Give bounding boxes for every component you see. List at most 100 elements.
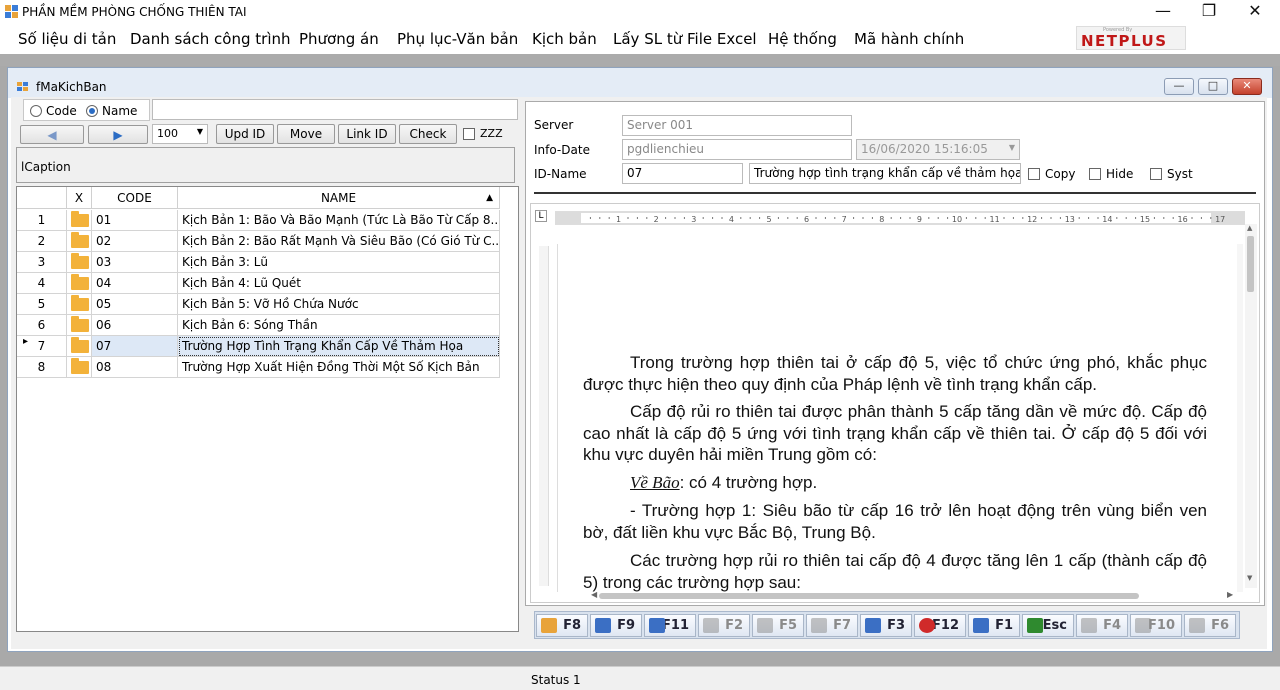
page-size-select[interactable]: 100 ▼ <box>152 124 208 144</box>
code-cell[interactable]: 08 <box>92 357 178 378</box>
name-cell[interactable]: Kịch Bản 2: Bão Rất Mạnh Và Siêu Bão (Có… <box>178 231 500 252</box>
minimize-button[interactable]: — <box>1140 0 1186 22</box>
name-cell[interactable]: Trường Hợp Xuất Hiện Đồng Thời Một Số Kị… <box>178 357 500 378</box>
syst-checkbox[interactable]: Syst <box>1150 167 1193 181</box>
child-minimize-button[interactable]: — <box>1164 78 1194 95</box>
menu-danh-sach-cong-trinh[interactable]: Danh sách công trình <box>130 30 291 48</box>
name-cell[interactable]: Kịch Bản 5: Vỡ Hồ Chứa Nước <box>178 294 500 315</box>
name-cell[interactable]: Kịch Bản 1: Bão Và Bão Mạnh (Tức Là Bão … <box>178 210 500 231</box>
code-cell[interactable]: 04 <box>92 273 178 294</box>
scroll-up-icon[interactable]: ▲ <box>1247 224 1252 232</box>
table-row[interactable]: 6 06 Kịch Bản 6: Sóng Thần <box>17 315 501 336</box>
table-row[interactable]: 4 04 Kịch Bản 4: Lũ Quét <box>17 273 501 294</box>
scroll-down-icon[interactable]: ▼ <box>1247 574 1252 582</box>
folder-icon-cell[interactable] <box>67 210 92 231</box>
code-cell[interactable]: 06 <box>92 315 178 336</box>
folder-icon-cell[interactable] <box>67 252 92 273</box>
grid-header-name[interactable]: NAME ▲ <box>178 187 500 209</box>
child-maximize-button[interactable]: □ <box>1198 78 1228 95</box>
paragraph-5: Các trường hợp rủi ro thiên tai cấp độ 4… <box>583 551 1207 592</box>
toolbar-button-f1[interactable]: F1 <box>968 614 1020 637</box>
code-cell[interactable]: 02 <box>92 231 178 252</box>
syst-checkbox-box[interactable] <box>1150 168 1162 180</box>
toolbar-button-f9[interactable]: F9 <box>590 614 642 637</box>
grid-header-code[interactable]: CODE <box>92 187 178 209</box>
radio-code-circle[interactable] <box>30 105 42 117</box>
toolbar-button-f6[interactable]: F6 <box>1184 614 1236 637</box>
table-row[interactable]: 8 08 Trường Hợp Xuất Hiện Đồng Thời Một Số… <box>17 357 501 378</box>
folder-icon-cell[interactable] <box>67 336 92 357</box>
upd-id-button[interactable]: Upd ID <box>216 124 274 144</box>
radio-code[interactable]: Code <box>30 104 77 118</box>
radio-name[interactable]: Name <box>86 104 137 118</box>
toolbar-button-f4[interactable]: F4 <box>1076 614 1128 637</box>
server-field[interactable]: Server 001 <box>622 115 852 136</box>
prev-button[interactable]: ◀ <box>20 125 84 144</box>
hide-checkbox[interactable]: Hide <box>1089 167 1133 181</box>
close-button[interactable]: ✕ <box>1232 0 1278 22</box>
name-cell[interactable]: Kịch Bản 6: Sóng Thần <box>178 315 500 336</box>
table-row[interactable]: 5 05 Kịch Bản 5: Vỡ Hồ Chứa Nước <box>17 294 501 315</box>
copy-checkbox[interactable]: Copy <box>1028 167 1075 181</box>
horizontal-scroll-thumb[interactable] <box>599 593 1139 599</box>
search-input[interactable] <box>152 99 518 120</box>
folder-icon-cell[interactable] <box>67 273 92 294</box>
menu-kich-ban[interactable]: Kịch bản <box>532 30 597 48</box>
rich-text-editor[interactable]: L 1 2 3 4 5 6 7 8 9 10 11 12 13 14 15 16 17 Trong trường… <box>530 203 1260 603</box>
folder-icon-cell[interactable] <box>67 357 92 378</box>
menu-phu-luc-van-ban[interactable]: Phụ lục-Văn bản <box>397 30 518 48</box>
folder-icon-cell[interactable] <box>67 231 92 252</box>
check-button[interactable]: Check <box>399 124 457 144</box>
vertical-scroll-thumb[interactable] <box>1247 236 1254 292</box>
hide-checkbox-box[interactable] <box>1089 168 1101 180</box>
menu-phuong-an[interactable]: Phương án <box>299 30 379 48</box>
name-cell[interactable]: Kịch Bản 4: Lũ Quét <box>178 273 500 294</box>
name-cell[interactable]: Trường Hợp Tình Trạng Khẩn Cấp Về Thảm H… <box>178 336 500 357</box>
child-close-button[interactable]: ✕ <box>1232 78 1262 95</box>
toolbar-button-esc[interactable]: Esc <box>1022 614 1074 637</box>
vertical-scrollbar[interactable]: ▲ ▼ <box>1245 224 1257 588</box>
restore-button[interactable]: ❐ <box>1186 0 1232 22</box>
name-cell[interactable]: Kịch Bản 3: Lũ <box>178 252 500 273</box>
info-date-field[interactable]: pgdlienchieu <box>622 139 852 160</box>
toolbar-button-f3[interactable]: F3 <box>860 614 912 637</box>
tab-stop-icon[interactable]: L <box>535 210 547 222</box>
zzz-checkbox[interactable]: ZZZ <box>463 127 503 140</box>
radio-name-circle[interactable] <box>86 105 98 117</box>
syst-label: Syst <box>1167 167 1193 181</box>
code-cell[interactable]: 01 <box>92 210 178 231</box>
menu-ma-hanh-chinh[interactable]: Mã hành chính <box>854 30 964 48</box>
menu-so-lieu-di-tan[interactable]: Số liệu di tản <box>18 30 116 48</box>
toolbar-button-f2[interactable]: F2 <box>698 614 750 637</box>
name-field[interactable]: Trường hợp tình trạng khẩn cấp về thảm h… <box>749 163 1021 184</box>
zzz-checkbox-box[interactable] <box>463 127 475 140</box>
menu-lay-sl-tu-excel[interactable]: Lấy SL từ File Excel <box>613 30 757 48</box>
date-field[interactable]: 16/06/2020 15:16:05 ▼ <box>856 139 1020 160</box>
toolbar-button-f8[interactable]: F8 <box>536 614 588 637</box>
folder-icon-cell[interactable] <box>67 294 92 315</box>
scroll-right-icon[interactable]: ▶ <box>1227 590 1233 599</box>
folder-icon-cell[interactable] <box>67 315 92 336</box>
table-row[interactable]: 3 03 Kịch Bản 3: Lũ <box>17 252 501 273</box>
code-cell[interactable]: 07 <box>92 336 178 357</box>
table-row[interactable]: ▸ 7 07 Trường Hợp Tình Trạng Khẩn Cấp Về Th… <box>17 336 501 357</box>
link-id-button[interactable]: Link ID <box>338 124 396 144</box>
menu-he-thong[interactable]: Hệ thống <box>768 30 837 48</box>
toolbar-button-f11[interactable]: F11 <box>644 614 696 637</box>
grid-header-x[interactable]: X <box>67 187 92 209</box>
horizontal-scrollbar[interactable]: ◀ ▶ <box>591 590 1241 602</box>
toolbar-button-f5[interactable]: F5 <box>752 614 804 637</box>
document-page[interactable]: Trong trường hợp thiên tai ở cấp độ 5, v… <box>557 244 1237 592</box>
toolbar-button-f10[interactable]: F10 <box>1130 614 1182 637</box>
code-cell[interactable]: 03 <box>92 252 178 273</box>
table-row[interactable]: 2 02 Kịch Bản 2: Bão Rất Mạnh Và Siêu Bão … <box>17 231 501 252</box>
code-cell[interactable]: 05 <box>92 294 178 315</box>
copy-checkbox-box[interactable] <box>1028 168 1040 180</box>
toolbar-button-f7[interactable]: F7 <box>806 614 858 637</box>
id-field[interactable]: 07 <box>622 163 743 184</box>
scroll-left-icon[interactable]: ◀ <box>591 590 597 599</box>
next-button[interactable]: ▶ <box>88 125 148 144</box>
toolbar-button-f12[interactable]: F12 <box>914 614 966 637</box>
table-row[interactable]: 1 01 Kịch Bản 1: Bão Và Bão Mạnh (Tức Là B… <box>17 210 501 231</box>
move-button[interactable]: Move <box>277 124 335 144</box>
